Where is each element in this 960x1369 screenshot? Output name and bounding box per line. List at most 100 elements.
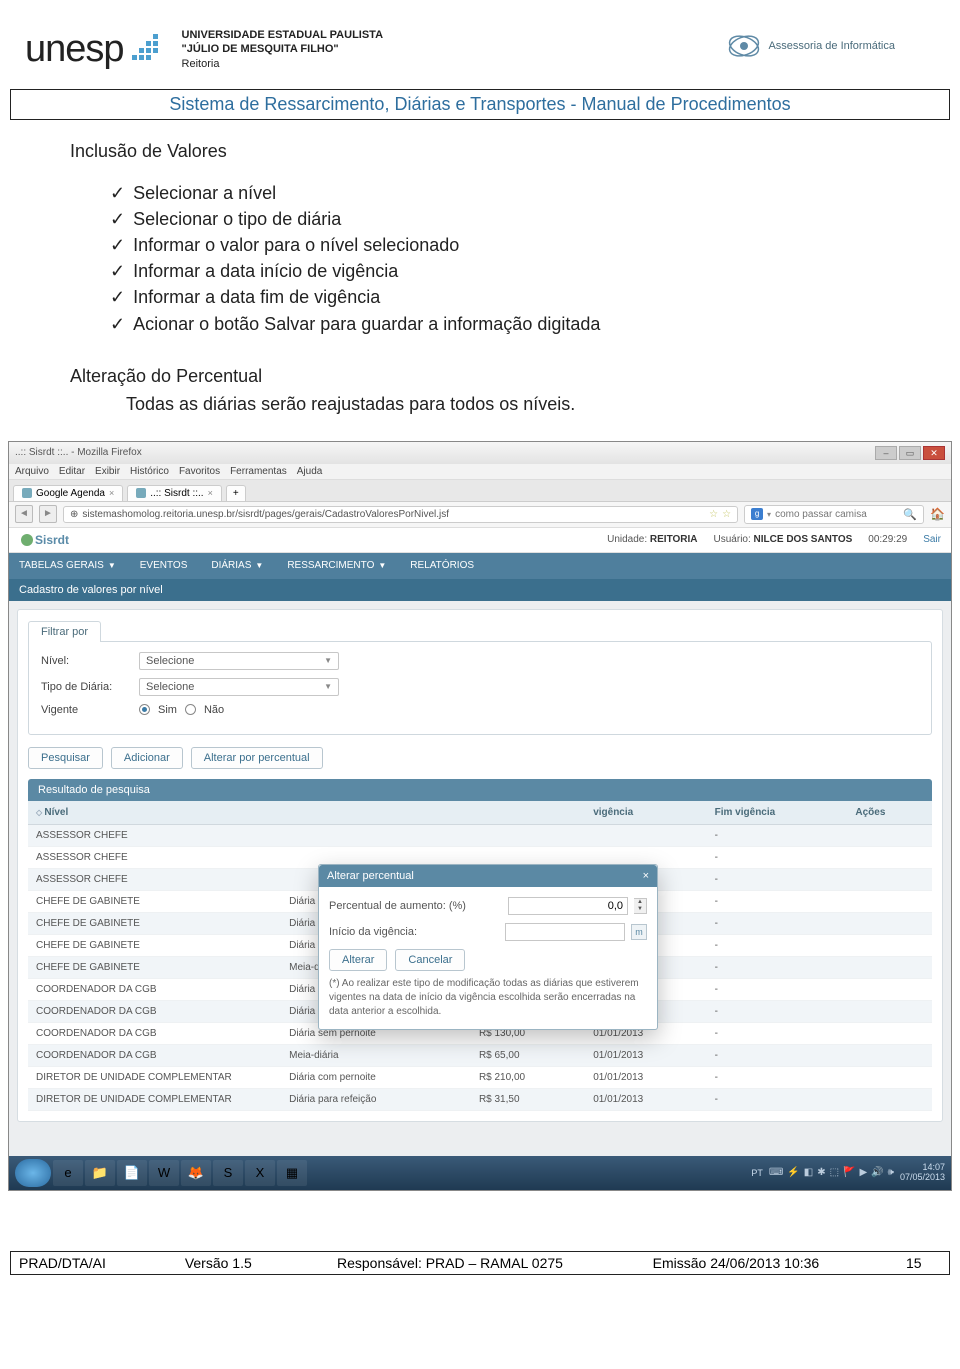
filter-body: Nível: Selecione▼ Tipo de Diária: Seleci… xyxy=(28,641,932,735)
taskbar-app-icon[interactable]: X xyxy=(245,1160,275,1186)
table-cell: 01/01/2013 xyxy=(585,1088,706,1110)
table-cell: - xyxy=(707,846,848,868)
lang-indicator[interactable]: PT xyxy=(751,1168,763,1178)
forward-button[interactable]: ► xyxy=(39,505,57,523)
modal-note: (*) Ao realizar este tipo de modificação… xyxy=(329,977,647,1019)
home-icon[interactable]: 🏠 xyxy=(930,507,945,521)
check-item: Informar a data início de vigência xyxy=(110,258,890,284)
radio-nao[interactable] xyxy=(185,704,196,715)
url-input[interactable]: ⊕ sistemashomolog.reitoria.unesp.br/sisr… xyxy=(63,506,738,523)
radio-sim[interactable] xyxy=(139,704,150,715)
nav-item[interactable]: DIÁRIAS ▼ xyxy=(201,554,273,577)
table-cell: R$ 65,00 xyxy=(471,1044,585,1066)
table-header[interactable]: Nível xyxy=(28,801,281,825)
footer-resp: Responsável: PRAD – RAMAL 0275 xyxy=(329,1252,645,1274)
table-row[interactable]: DIRETOR DE UNIDADE COMPLEMENTARDiária pa… xyxy=(28,1088,932,1110)
tray-icon[interactable]: 🔊 xyxy=(871,1167,883,1178)
nav-item[interactable]: RESSARCIMENTO ▼ xyxy=(277,554,396,577)
table-cell-actions xyxy=(847,824,932,846)
table-header[interactable]: Fim vigência xyxy=(707,801,848,825)
filter-tab[interactable]: Filtrar por xyxy=(28,621,101,642)
modal-alterar-button[interactable]: Alterar xyxy=(329,949,387,971)
date-label: Início da vigência: xyxy=(329,926,499,938)
calendar-icon[interactable]: m xyxy=(631,924,647,940)
pct-label: Percentual de aumento: (%) xyxy=(329,900,502,912)
nivel-label: Nível: xyxy=(41,655,131,667)
table-header[interactable]: vigência xyxy=(585,801,706,825)
main-nav[interactable]: TABELAS GERAIS ▼EVENTOSDIÁRIAS ▼RESSARCI… xyxy=(9,553,951,579)
tray-icon[interactable]: ◧ xyxy=(804,1167,813,1178)
taskbar-app-icon[interactable]: W xyxy=(149,1160,179,1186)
tray-icon[interactable]: ⚡ xyxy=(787,1167,799,1178)
table-row[interactable]: DIRETOR DE UNIDADE COMPLEMENTARDiária co… xyxy=(28,1066,932,1088)
nav-item[interactable]: TABELAS GERAIS ▼ xyxy=(9,554,126,577)
table-cell: ASSESSOR CHEFE xyxy=(28,868,281,890)
table-cell: - xyxy=(707,934,848,956)
vigente-label: Vigente xyxy=(41,704,131,716)
menubar-item[interactable]: Histórico xyxy=(130,466,169,477)
table-row[interactable]: ASSESSOR CHEFE- xyxy=(28,824,932,846)
new-tab-button[interactable]: + xyxy=(226,485,246,501)
bookmark-star2-icon[interactable]: ☆ xyxy=(722,509,731,520)
table-cell-actions xyxy=(847,1044,932,1066)
table-header[interactable] xyxy=(281,801,471,825)
adicionar-button[interactable]: Adicionar xyxy=(111,747,183,769)
nav-item[interactable]: RELATÓRIOS xyxy=(400,554,484,577)
window-titlebar[interactable]: ..:: Sisrdt ::.. - Mozilla Firefox – ▭ ✕ xyxy=(9,442,951,464)
footer-version: Versão 1.5 xyxy=(177,1252,329,1274)
date-input[interactable] xyxy=(505,923,625,941)
tray-icon[interactable]: 🕪 xyxy=(888,1167,894,1178)
tray-icon[interactable]: ⌨ xyxy=(769,1167,783,1178)
pesquisar-button[interactable]: Pesquisar xyxy=(28,747,103,769)
menubar-item[interactable]: Ferramentas xyxy=(230,466,287,477)
browser-tab[interactable]: Google Agenda× xyxy=(13,485,123,501)
search-box[interactable]: g ▾ como passar camisa 🔍 xyxy=(744,505,924,524)
taskbar-app-icon[interactable]: ▦ xyxy=(277,1160,307,1186)
sair-link[interactable]: Sair xyxy=(923,534,941,545)
taskbar-app-icon[interactable]: 🦊 xyxy=(181,1160,211,1186)
firefox-tabbar[interactable]: Google Agenda×..:: Sisrdt ::..×+ xyxy=(9,480,951,502)
tray-icon[interactable]: 🚩 xyxy=(843,1167,855,1178)
nivel-select[interactable]: Selecione▼ xyxy=(139,652,339,670)
tray-clock[interactable]: 14:07 07/05/2013 xyxy=(900,1163,945,1183)
table-header[interactable] xyxy=(471,801,585,825)
table-cell xyxy=(281,824,471,846)
taskbar-app-icon[interactable]: e xyxy=(53,1160,83,1186)
pct-input[interactable] xyxy=(508,897,628,915)
bookmark-star-icon[interactable]: ☆ xyxy=(709,509,718,520)
table-row[interactable]: COORDENADOR DA CGBMeia-diáriaR$ 65,0001/… xyxy=(28,1044,932,1066)
modal-close-button[interactable]: × xyxy=(643,870,649,882)
menubar-item[interactable]: Editar xyxy=(59,466,85,477)
alterar-percentual-button[interactable]: Alterar por percentual xyxy=(191,747,323,769)
minimize-button[interactable]: – xyxy=(875,446,897,460)
taskbar-app-icon[interactable]: S xyxy=(213,1160,243,1186)
tray-icon[interactable]: ⬚ xyxy=(830,1167,839,1178)
menubar-item[interactable]: Ajuda xyxy=(297,466,323,477)
tray-icon[interactable]: ✱ xyxy=(817,1167,825,1178)
table-cell: COORDENADOR DA CGB xyxy=(28,1044,281,1066)
taskbar-app-icon[interactable]: 📄 xyxy=(117,1160,147,1186)
tipo-select[interactable]: Selecione▼ xyxy=(139,678,339,696)
pct-spinner[interactable]: ▲▼ xyxy=(634,898,647,914)
menubar-item[interactable]: Exibir xyxy=(95,466,120,477)
maximize-button[interactable]: ▭ xyxy=(899,446,921,460)
tab-close-icon[interactable]: × xyxy=(208,488,213,498)
table-cell: - xyxy=(707,978,848,1000)
table-cell: ASSESSOR CHEFE xyxy=(28,846,281,868)
tab-close-icon[interactable]: × xyxy=(109,488,114,498)
taskbar-app-icon[interactable]: 📁 xyxy=(85,1160,115,1186)
table-cell: - xyxy=(707,868,848,890)
table-header[interactable]: Ações xyxy=(847,801,932,825)
menubar-item[interactable]: Favoritos xyxy=(179,466,220,477)
start-button[interactable] xyxy=(15,1159,51,1187)
nav-item[interactable]: EVENTOS xyxy=(130,554,198,577)
close-button[interactable]: ✕ xyxy=(923,446,945,460)
search-icon[interactable]: 🔍 xyxy=(903,508,917,521)
modal-cancelar-button[interactable]: Cancelar xyxy=(395,949,465,971)
windows-taskbar[interactable]: e📁📄W🦊SX▦ PT ⌨ ⚡ ◧ ✱ ⬚ 🚩 ▶ 🔊 🕪 14:07 07/05/2013 xyxy=(9,1156,951,1190)
menubar-item[interactable]: Arquivo xyxy=(15,466,49,477)
browser-tab[interactable]: ..:: Sisrdt ::..× xyxy=(127,485,222,501)
firefox-menubar[interactable]: Arquivo Editar Exibir Histórico Favoritos Fer… xyxy=(9,464,951,480)
tray-icon[interactable]: ▶ xyxy=(859,1167,867,1178)
back-button[interactable]: ◄ xyxy=(15,505,33,523)
